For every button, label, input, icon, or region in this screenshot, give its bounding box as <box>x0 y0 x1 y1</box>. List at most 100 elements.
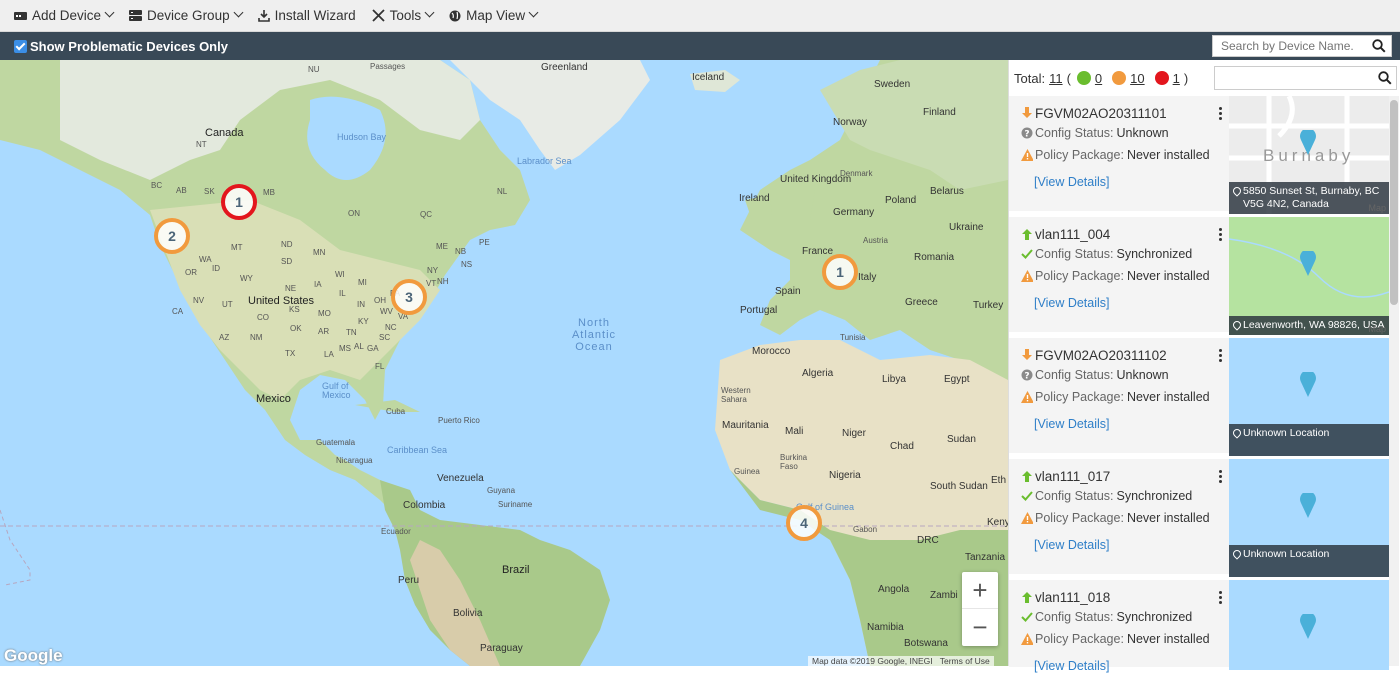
device-card[interactable]: vlan111_018 Config Status: Synchronized … <box>1009 580 1389 673</box>
device-info: vlan111_017 Config Status: Synchronized … <box>1009 459 1229 577</box>
more-options-icon[interactable] <box>1217 469 1223 485</box>
location-thumbnail[interactable]: Unknown Location <box>1229 459 1389 577</box>
scrollbar-thumb[interactable] <box>1390 100 1398 305</box>
search-icon[interactable] <box>1372 39 1386 53</box>
location-thumbnail[interactable] <box>1229 580 1389 670</box>
tools-icon <box>371 9 385 22</box>
device-cluster-marker[interactable]: 2 <box>154 218 190 254</box>
state-label: AL <box>354 342 364 351</box>
map-label-morocco: Morocco <box>752 346 791 357</box>
tools-menu[interactable]: Tools <box>371 8 434 23</box>
orange-count-link[interactable]: 10 <box>1130 71 1144 86</box>
location-text: Unknown Location <box>1229 545 1389 577</box>
map-label-united-kingdom: United Kingdom <box>780 174 852 185</box>
state-label: NY <box>427 266 439 275</box>
map-label-labrador-sea: Labrador Sea <box>517 156 572 166</box>
map-label-belarus: Belarus <box>930 186 964 197</box>
map-label-algeria: Algeria <box>802 368 834 379</box>
view-details-link[interactable]: [View Details] <box>1034 538 1229 552</box>
state-label: NB <box>455 247 467 256</box>
location-thumbnail[interactable]: Burnaby 5850 Sunset St, Burnaby, BC V5G … <box>1229 96 1389 214</box>
device-cluster-marker[interactable]: 3 <box>391 279 427 315</box>
zoom-out-button[interactable]: − <box>962 609 998 646</box>
state-label: GA <box>367 344 379 353</box>
location-text: 5850 Sunset St, Burnaby, BC V5G 4N2, Can… <box>1229 182 1389 214</box>
device-icon <box>14 11 27 20</box>
state-label: QC <box>420 210 432 219</box>
total-count-link[interactable]: 11 <box>1049 71 1063 86</box>
policy-package-row: Policy Package: Never installed <box>1021 386 1229 408</box>
chevron-down-icon <box>235 11 242 21</box>
map-label-angola: Angola <box>878 584 910 595</box>
warning-icon <box>1021 512 1033 524</box>
green-status-dot <box>1076 71 1091 85</box>
zoom-in-button[interactable]: + <box>962 572 998 609</box>
warning-icon <box>1021 270 1033 282</box>
total-label: Total: <box>1014 70 1046 86</box>
total-close-paren: ) <box>1183 70 1189 86</box>
arrow-up-icon <box>1022 471 1032 482</box>
state-label: IL <box>339 289 346 298</box>
device-card[interactable]: FGVM02AO20311102 ? Config Status: Unknow… <box>1009 338 1389 456</box>
config-status-value: Unknown <box>1116 368 1169 382</box>
config-status-value: Unknown <box>1116 126 1169 140</box>
map-label-niger: Niger <box>842 428 866 439</box>
state-label: IN <box>357 300 365 309</box>
map-label-chad: Chad <box>890 441 914 452</box>
add-device-menu[interactable]: Add Device <box>14 8 113 23</box>
red-count-link[interactable]: 1 <box>1173 71 1180 86</box>
map-label-guinea: Guinea <box>734 467 760 476</box>
panel-scrollbar[interactable] <box>1389 96 1399 666</box>
device-card[interactable]: vlan111_017 Config Status: Synchronized … <box>1009 459 1389 577</box>
device-group-label: Device Group <box>147 8 230 23</box>
map-label-burkina-faso: Burkina Faso <box>780 453 808 471</box>
more-options-icon[interactable] <box>1217 106 1223 122</box>
green-count-link[interactable]: 0 <box>1095 71 1102 86</box>
view-details-link[interactable]: [View Details] <box>1034 417 1229 431</box>
location-thumbnail[interactable]: Unknown Location <box>1229 338 1389 456</box>
state-label: NV <box>193 296 205 305</box>
install-wizard-button[interactable]: Install Wizard <box>257 8 356 23</box>
config-status-row: Config Status: Synchronized <box>1021 243 1229 265</box>
device-cluster-marker[interactable]: 1 <box>822 254 858 290</box>
map-label-guatemala: Guatemala <box>316 438 356 447</box>
filter-bar: Show Problematic Devices Only <box>0 32 1400 60</box>
globe-icon <box>449 10 461 21</box>
state-label: NH <box>437 277 449 286</box>
map-label-poland: Poland <box>885 195 917 206</box>
map-label-ukraine: Ukraine <box>949 222 984 233</box>
device-search-input[interactable] <box>1213 39 1363 53</box>
tools-label: Tools <box>389 8 422 23</box>
map-label-caribbean-sea: Caribbean Sea <box>387 445 448 455</box>
view-details-link[interactable]: [View Details] <box>1034 175 1229 189</box>
location-pin-icon <box>1300 493 1316 518</box>
map-view-menu[interactable]: Map View <box>449 8 537 23</box>
state-label: KY <box>358 317 369 326</box>
world-map[interactable]: Passages Greenland Iceland Sweden Finlan… <box>0 60 1008 666</box>
more-options-icon[interactable] <box>1217 590 1223 606</box>
state-label: MO <box>318 309 331 318</box>
more-options-icon[interactable] <box>1217 348 1223 364</box>
device-card[interactable]: FGVM02AO20311101 ? Config Status: Unknow… <box>1009 96 1389 214</box>
view-details-link[interactable]: [View Details] <box>1034 659 1229 673</box>
device-cluster-marker[interactable]: 4 <box>786 505 822 541</box>
more-options-icon[interactable] <box>1217 227 1223 243</box>
map-label-romania: Romania <box>914 252 955 263</box>
config-status-label: Config Status: <box>1035 610 1114 624</box>
terms-link[interactable]: Terms of Use <box>940 656 990 666</box>
panel-search[interactable] <box>1214 66 1397 90</box>
device-name-row: vlan111_004 <box>1021 225 1229 243</box>
device-cluster-marker[interactable]: 1 <box>221 184 257 220</box>
problematic-label: Show Problematic Devices Only <box>30 38 228 54</box>
map-label-sudan: Sudan <box>947 434 976 445</box>
config-status-row: ? Config Status: Unknown <box>1021 122 1229 144</box>
device-card[interactable]: vlan111_004 Config Status: Synchronized … <box>1009 217 1389 335</box>
config-status-value: Synchronized <box>1116 610 1193 624</box>
device-group-menu[interactable]: Device Group <box>129 8 242 23</box>
view-details-link[interactable]: [View Details] <box>1034 296 1229 310</box>
map-tag: Map <box>1368 203 1386 213</box>
location-thumbnail[interactable]: Leavenworth, WA 98826, USA Map <box>1229 217 1389 335</box>
search-icon[interactable] <box>1378 71 1392 85</box>
problematic-checkbox[interactable] <box>14 39 27 53</box>
policy-package-label: Policy Package: <box>1035 511 1124 525</box>
